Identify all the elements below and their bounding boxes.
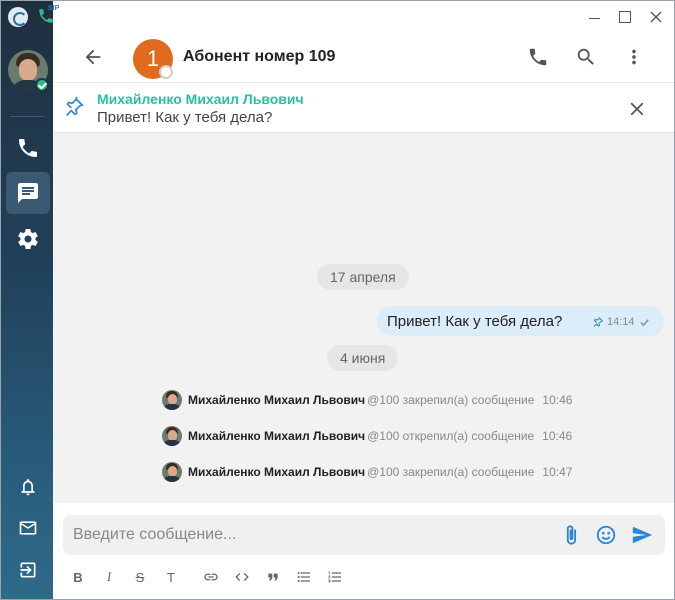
- avatar: [162, 426, 182, 446]
- event-time: 10:47: [542, 465, 573, 479]
- phone-icon: [19, 139, 37, 157]
- pin-icon: [593, 317, 604, 327]
- phone-icon: [529, 48, 547, 66]
- mail-icon: [19, 521, 37, 535]
- formatting-toolbar: B I S T: [67, 567, 355, 587]
- code-icon: [235, 573, 249, 581]
- message-list[interactable]: 17 апреля Привет! Как у тебя дела? 14:14…: [53, 133, 674, 503]
- sidebar: [1, 1, 53, 599]
- chat-icon: [18, 183, 38, 203]
- sidebar-item-logout[interactable]: [6, 549, 50, 591]
- contact-name: Абонент номер 109: [183, 48, 336, 65]
- code-button[interactable]: [231, 567, 253, 587]
- gear-icon: [18, 229, 38, 249]
- sidebar-item-settings[interactable]: [6, 218, 50, 260]
- italic-button[interactable]: I: [98, 567, 120, 587]
- strikethrough-button[interactable]: S: [129, 567, 151, 587]
- italic-icon: I: [106, 569, 112, 584]
- numbered-list-icon: [328, 571, 341, 583]
- arrow-left-icon: [85, 49, 101, 65]
- message-meta: 14:14: [592, 316, 653, 328]
- pinned-text: Привет! Как у тебя дела?: [97, 109, 273, 126]
- maximize-button[interactable]: [616, 8, 634, 26]
- date-separator: 17 апреля: [317, 264, 409, 290]
- attach-button[interactable]: [557, 521, 585, 549]
- message-text: Привет! Как у тебя дела?: [387, 313, 563, 330]
- sidebar-item-calls[interactable]: [6, 127, 50, 169]
- sip-badge: SIP: [48, 5, 60, 12]
- sidebar-item-notifications[interactable]: [6, 466, 50, 508]
- event-author: Михайленко Михаил Львович: [188, 465, 366, 479]
- pin-icon: [63, 96, 87, 120]
- app-logo-icon: [8, 7, 28, 27]
- online-status-icon: [35, 78, 49, 92]
- clear-format-button[interactable]: T: [160, 567, 182, 587]
- event-action: @100 закрепил(а) сообщение: [367, 465, 535, 479]
- logout-icon: [20, 562, 36, 578]
- close-window-button[interactable]: [647, 8, 665, 26]
- pinned-author: Михайленко Михаил Львович: [97, 91, 304, 107]
- smiley-icon: [596, 525, 616, 545]
- close-icon: [650, 11, 662, 23]
- event-author: Михайленко Михаил Львович: [188, 393, 366, 407]
- title-bar: [53, 1, 674, 33]
- system-event-row: Михайленко Михаил Львович @100 закрепил(…: [162, 461, 572, 483]
- bell-icon: [21, 479, 35, 496]
- more-vertical-icon: [632, 49, 636, 65]
- chat-header: 1 Абонент номер 109: [53, 33, 674, 83]
- bulleted-list-button[interactable]: [293, 567, 315, 587]
- event-author: Михайленко Михаил Львович: [188, 429, 366, 443]
- contact-status-icon: [159, 65, 173, 79]
- system-event-row: Михайленко Михаил Львович @100 закрепил(…: [162, 389, 572, 411]
- minimize-button[interactable]: [585, 8, 603, 26]
- pinned-message-bar[interactable]: Михайленко Михаил Львович Привет! Как у …: [53, 83, 674, 133]
- search-icon: [577, 48, 594, 65]
- message-input-box: [63, 515, 665, 555]
- clear-format-icon: T: [167, 569, 175, 585]
- message-time: 14:14: [607, 316, 635, 328]
- numbered-list-button[interactable]: [324, 567, 346, 587]
- strikethrough-icon: S: [135, 569, 145, 585]
- emoji-button[interactable]: [592, 521, 620, 549]
- message-input[interactable]: [63, 515, 543, 555]
- system-event-row: Михайленко Михаил Львович @100 открепил(…: [162, 425, 572, 447]
- search-button[interactable]: [572, 43, 600, 71]
- close-icon: [630, 102, 644, 116]
- check-icon: [639, 318, 649, 326]
- event-action: @100 закрепил(а) сообщение: [367, 393, 535, 407]
- more-options-button[interactable]: [620, 43, 648, 71]
- event-time: 10:46: [542, 393, 573, 407]
- sidebar-item-mail[interactable]: [6, 507, 50, 549]
- message-composer: B I S T: [53, 503, 674, 599]
- event-action: @100 открепил(а) сообщение: [367, 429, 535, 443]
- paperclip-icon: [566, 525, 577, 545]
- send-button[interactable]: [628, 521, 656, 549]
- sidebar-divider: [10, 116, 44, 117]
- quote-button[interactable]: [262, 567, 284, 587]
- send-icon: [632, 526, 653, 544]
- date-separator: 4 июня: [327, 345, 399, 371]
- quote-icon: [268, 573, 278, 581]
- avatar: [162, 462, 182, 482]
- link-button[interactable]: [200, 567, 222, 587]
- message-bubble[interactable]: Привет! Как у тебя дела? 14:14: [377, 306, 664, 336]
- sidebar-item-chats[interactable]: [6, 172, 50, 214]
- bulleted-list-icon: [297, 572, 310, 582]
- unpin-close-button[interactable]: [623, 95, 651, 123]
- app-window: SIP 1 Абонент номер 109 Михайленко Михаи…: [0, 0, 675, 600]
- link-icon: [204, 573, 218, 581]
- event-time: 10:46: [542, 429, 573, 443]
- bold-button[interactable]: B: [67, 567, 89, 587]
- back-button[interactable]: [79, 43, 107, 71]
- bold-icon: B: [73, 569, 83, 585]
- avatar: [162, 390, 182, 410]
- call-button[interactable]: [524, 43, 552, 71]
